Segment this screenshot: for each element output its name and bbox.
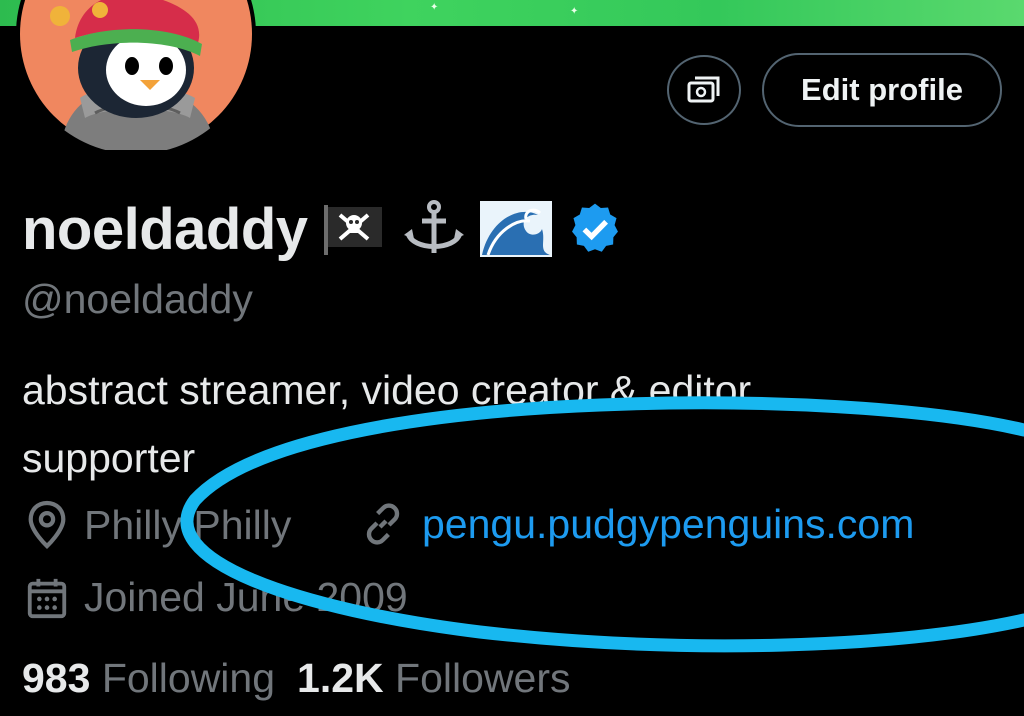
display-name: noeldaddy: [22, 196, 308, 262]
monetization-button[interactable]: [667, 55, 741, 125]
joined-text: Joined June 2009: [84, 574, 408, 620]
followers-count: 1.2K: [297, 655, 384, 701]
bio-line: abstract streamer, video creator & edito…: [22, 367, 761, 413]
edit-profile-button[interactable]: Edit profile: [762, 53, 1002, 127]
following-count: 983: [22, 655, 91, 701]
website-item[interactable]: pengu.pudgypenguins.com: [358, 500, 914, 548]
following-link[interactable]: 983 Following: [22, 655, 275, 702]
profile-handle: @noeldaddy: [22, 276, 253, 322]
pirate-flag-icon: [322, 201, 388, 257]
profile-name-row: noeldaddy: [22, 192, 624, 266]
followers-link[interactable]: 1.2K Followers: [297, 655, 570, 702]
calendar-icon: [24, 575, 70, 621]
following-label: Following: [101, 655, 276, 701]
follow-stats: 983 Following 1.2K Followers: [22, 655, 570, 702]
profile-bio: abstract streamer, video creator & edito…: [22, 356, 1002, 492]
penguin-avatar-image: [20, 0, 252, 150]
location-text: Philly Philly: [84, 501, 292, 548]
joined-item: Joined June 2009: [24, 574, 408, 621]
followers-label: Followers: [395, 655, 571, 701]
wave-icon: [479, 199, 552, 259]
money-icon: [687, 76, 720, 103]
bio-line: supporter: [22, 435, 196, 481]
sparkle-decoration: ✦: [430, 2, 439, 13]
sparkle-decoration: ✦: [570, 6, 579, 17]
location-item: Philly Philly: [24, 500, 291, 550]
anchor-icon: [402, 199, 466, 259]
profile-avatar[interactable]: [16, 0, 256, 154]
link-icon: [358, 500, 408, 548]
website-link[interactable]: pengu.pudgypenguins.com: [422, 501, 914, 548]
location-pin-icon: [24, 500, 70, 550]
verified-badge-icon[interactable]: [566, 200, 624, 258]
